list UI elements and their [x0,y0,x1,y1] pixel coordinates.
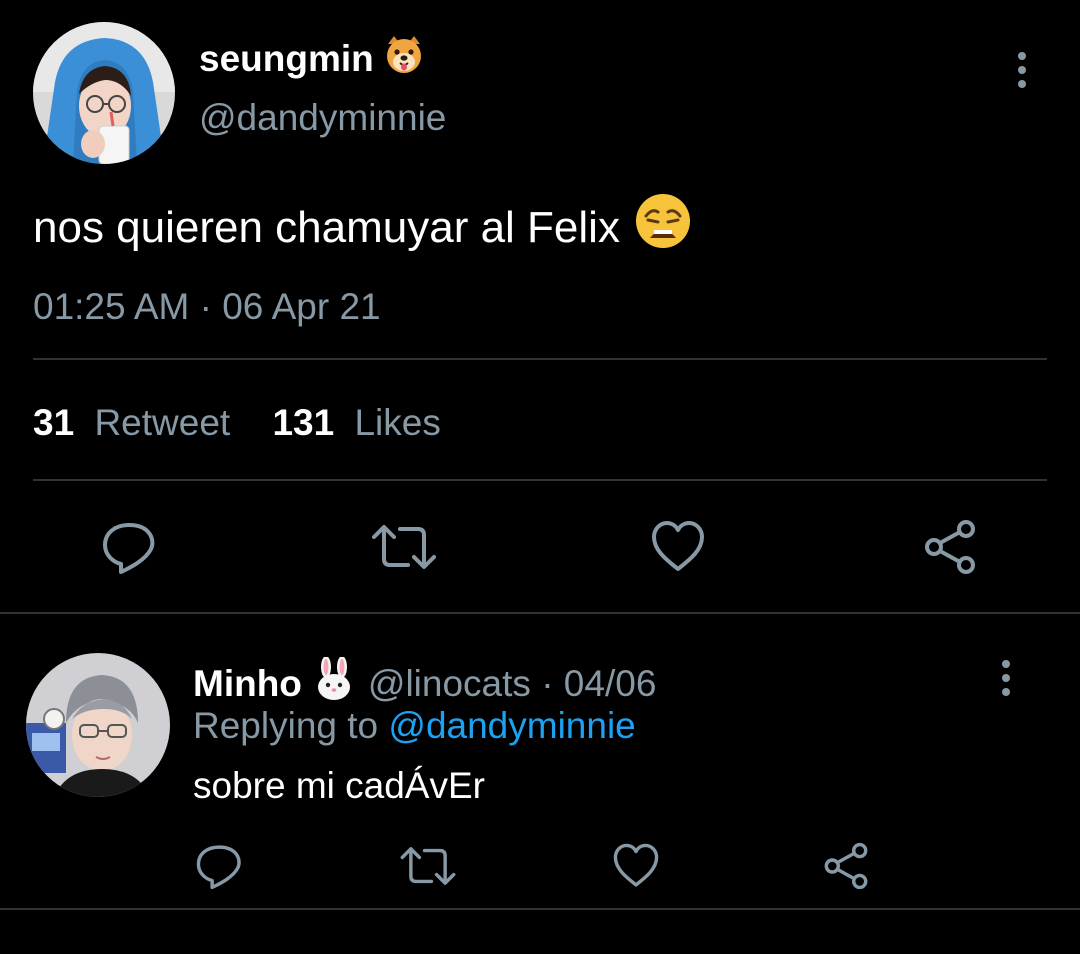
likes-label: Likes [354,402,441,443]
like-icon[interactable] [612,842,660,890]
avatar-photo [33,22,175,164]
more-options-icon[interactable] [992,658,1020,698]
share-icon[interactable] [822,842,870,890]
divider [33,479,1047,481]
avatar[interactable] [33,22,175,164]
replying-to-mention[interactable]: @dandyminnie [388,705,635,746]
divider [0,908,1080,910]
retweet-icon[interactable] [372,519,436,575]
display-name-text: seungmin [199,38,374,79]
replying-to-prefix: Replying to [193,705,379,746]
retweet-count: 31 [33,402,75,443]
reply-icon[interactable] [101,519,157,575]
reply-icon[interactable] [195,842,243,890]
dog-face-emoji [384,34,424,84]
reply-handle-date[interactable]: @linocats · 04/06 [368,662,656,706]
reply-avatar[interactable] [26,653,170,797]
retweet-stat[interactable]: 31 Retweet [33,402,240,443]
reply-text: sobre mi cadÁvEr [193,765,485,806]
reply-display-name[interactable]: Minho [193,662,302,706]
retweet-label: Retweet [94,402,231,443]
user-handle[interactable]: @dandyminnie [199,96,446,140]
replying-to-line: Replying to @dandyminnie [193,704,636,748]
likes-stat[interactable]: 131 Likes [272,402,440,443]
divider [33,358,1047,360]
display-name[interactable]: seungmin [199,34,424,84]
retweet-icon[interactable] [400,842,456,890]
tweet-text-content: nos quieren chamuyar al Felix [33,202,620,252]
reply-avatar-photo [26,653,170,797]
reply-header: Minho @linocats · 04/06 [193,656,656,711]
divider [0,612,1080,614]
tweet-stats: 31 Retweet 131 Likes [33,401,441,445]
like-icon[interactable] [650,519,706,575]
rabbit-face-emoji [314,656,354,711]
more-options-icon[interactable] [1008,50,1036,90]
likes-count: 131 [272,402,335,443]
tweet-text: nos quieren chamuyar al Felix [33,192,692,263]
share-icon[interactable] [922,519,978,575]
weary-face-emoji [634,192,692,263]
tweet-timestamp[interactable]: 01:25 AM · 06 Apr 21 [33,285,381,329]
